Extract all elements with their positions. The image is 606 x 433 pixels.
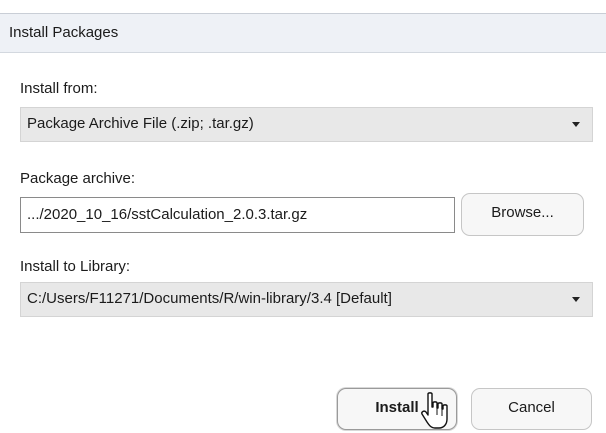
- install-from-select[interactable]: Package Archive File (.zip; .tar.gz): [20, 107, 593, 142]
- package-archive-field[interactable]: .../2020_10_16/sstCalculation_2.0.3.tar.…: [20, 197, 455, 233]
- install-to-library-select[interactable]: C:/Users/F11271/Documents/R/win-library/…: [20, 282, 593, 317]
- install-packages-dialog: Install Packages Install from: Package A…: [0, 0, 606, 433]
- browse-button-label: Browse...: [491, 204, 554, 221]
- install-button-label: Install: [375, 399, 419, 416]
- cancel-button[interactable]: Cancel: [471, 388, 592, 430]
- install-to-library-value: C:/Users/F11271/Documents/R/win-library/…: [27, 290, 392, 307]
- cancel-button-label: Cancel: [508, 399, 555, 416]
- package-archive-label: Package archive:: [20, 170, 136, 187]
- chevron-down-icon: [572, 122, 580, 127]
- install-from-value: Package Archive File (.zip; .tar.gz): [27, 115, 254, 132]
- install-from-label: Install from:: [20, 80, 98, 97]
- browse-button[interactable]: Browse...: [461, 193, 584, 236]
- hand-pointer-icon: [421, 392, 448, 429]
- top-edge: [0, 0, 606, 13]
- chevron-down-icon: [572, 297, 580, 302]
- dialog-title: Install Packages: [9, 24, 119, 41]
- package-archive-value: .../2020_10_16/sstCalculation_2.0.3.tar.…: [27, 206, 308, 223]
- install-to-library-label: Install to Library:: [20, 258, 131, 275]
- dialog-titlebar: Install Packages: [0, 13, 606, 53]
